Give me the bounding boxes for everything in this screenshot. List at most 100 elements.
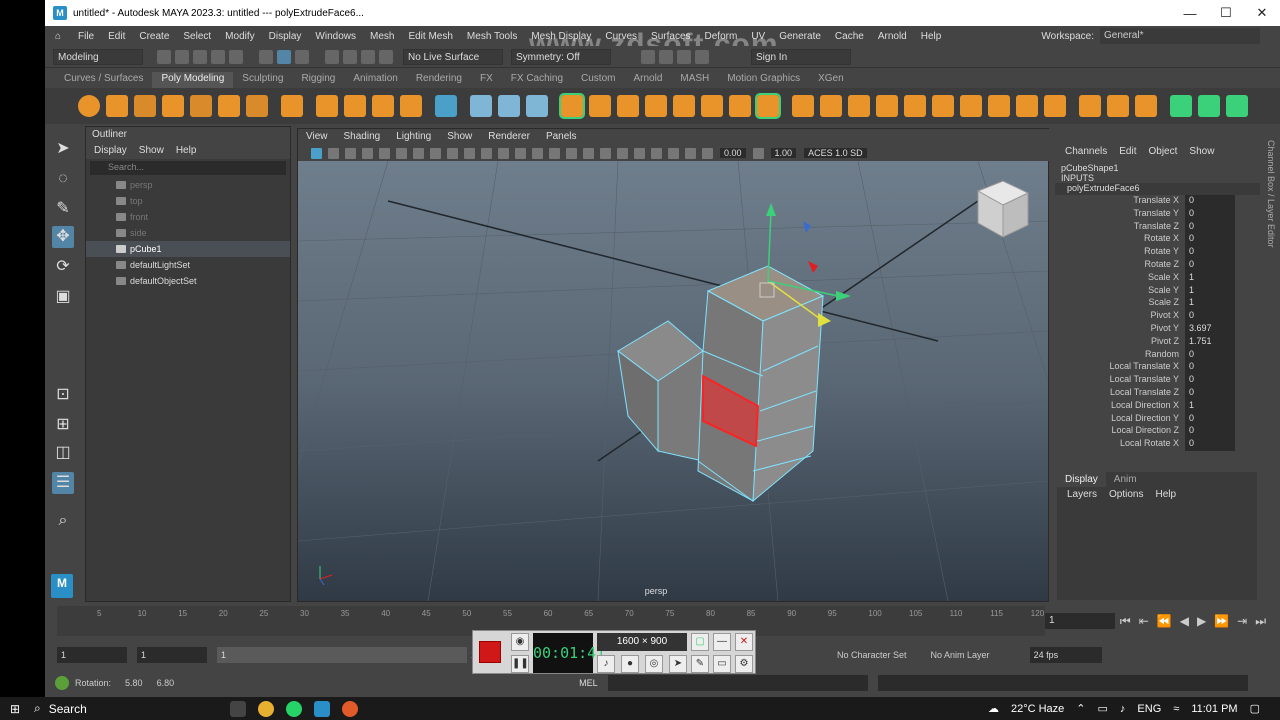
new-scene-icon[interactable] xyxy=(157,49,171,64)
relax-icon[interactable] xyxy=(1135,95,1157,117)
menu-arnold[interactable]: Arnold xyxy=(871,31,914,42)
draw-icon[interactable]: ✎ xyxy=(691,655,709,673)
viewport-menu-renderer[interactable]: Renderer xyxy=(480,129,538,145)
poke-icon[interactable] xyxy=(1016,95,1038,117)
bookmark-icon[interactable] xyxy=(345,147,356,159)
channel-row[interactable]: Scale Z 1 xyxy=(1055,297,1260,311)
fps-dropdown[interactable]: 24 fps xyxy=(1029,647,1102,663)
menu-edit[interactable]: Edit xyxy=(101,31,132,42)
outliner-menu-display[interactable]: Display xyxy=(88,143,133,159)
type-tool-icon[interactable] xyxy=(372,95,394,117)
shelf-tab-xgen[interactable]: XGen xyxy=(809,72,853,88)
channel-value-field[interactable]: 1 xyxy=(1185,271,1235,285)
image-plane-icon[interactable] xyxy=(362,147,373,159)
play-forwards-icon[interactable]: ▶ xyxy=(1193,614,1210,629)
sign-in-button[interactable]: Sign In xyxy=(751,48,851,65)
maximize-button[interactable]: ☐ xyxy=(1208,5,1244,21)
uv-editor-icon[interactable] xyxy=(435,95,457,117)
menu-modify[interactable]: Modify xyxy=(218,31,261,42)
settings-gear-icon[interactable]: ⚙ xyxy=(735,655,753,673)
menu-select[interactable]: Select xyxy=(176,31,218,42)
cursor-icon[interactable]: ➤ xyxy=(669,655,687,673)
uv-unfold-icon[interactable] xyxy=(1198,95,1220,117)
paint-select-icon[interactable] xyxy=(1079,95,1101,117)
microphone-icon[interactable]: ● xyxy=(621,655,639,673)
view-cube[interactable] xyxy=(976,180,1030,238)
shelf-tab-rendering[interactable]: Rendering xyxy=(407,72,471,88)
shelf-tab-sculpting[interactable]: Sculpting xyxy=(233,72,292,88)
outliner-item-pcube1[interactable]: pCube1 xyxy=(86,241,290,257)
smooth-icon[interactable] xyxy=(526,95,548,117)
layer-tab-display[interactable]: Display xyxy=(1057,472,1106,487)
snap-curve-icon[interactable] xyxy=(343,49,357,64)
channel-value-field[interactable]: 1 xyxy=(1185,399,1235,413)
collapse-icon[interactable] xyxy=(932,95,954,117)
field-chart-icon[interactable] xyxy=(447,147,458,159)
shelf-tab-fx-caching[interactable]: FX Caching xyxy=(502,72,572,88)
hypershade-icon[interactable] xyxy=(695,49,709,64)
home-icon[interactable]: ⌂ xyxy=(45,31,71,42)
isolate-select-icon[interactable] xyxy=(651,147,662,159)
poly-disc-icon[interactable] xyxy=(246,95,268,117)
poly-plane-icon[interactable] xyxy=(218,95,240,117)
combine-icon[interactable] xyxy=(470,95,492,117)
film-gate-icon[interactable] xyxy=(396,147,407,159)
channel-value-field[interactable]: 0 xyxy=(1185,195,1235,208)
menu-help[interactable]: Help xyxy=(914,31,949,42)
channel-value-field[interactable]: 0 xyxy=(1185,438,1235,451)
xray-icon[interactable] xyxy=(668,147,679,159)
shadows-icon[interactable] xyxy=(583,147,594,159)
svg-tool-icon[interactable] xyxy=(400,95,422,117)
whatsapp-icon[interactable] xyxy=(286,700,302,717)
shelf-tab-mash[interactable]: MASH xyxy=(671,72,718,88)
menu-mesh[interactable]: Mesh xyxy=(363,31,401,42)
current-frame-field[interactable]: 1 xyxy=(1045,613,1115,629)
recorder-taskbar-icon[interactable] xyxy=(342,700,358,717)
step-forward-frame-icon[interactable]: ⏩ xyxy=(1210,614,1233,629)
select-component-icon[interactable] xyxy=(295,49,309,64)
gate-mask-icon[interactable] xyxy=(430,147,441,159)
channel-row[interactable]: Local Rotate X 0 xyxy=(1055,438,1260,451)
layer-menu-layers[interactable]: Layers xyxy=(1061,489,1103,500)
channel-row[interactable]: Translate Z 0 xyxy=(1055,220,1260,234)
wifi-icon[interactable]: ≈ xyxy=(1167,703,1185,715)
poly-cylinder-icon[interactable] xyxy=(134,95,156,117)
channel-value-field[interactable]: 0 xyxy=(1185,207,1235,221)
viewport-menu-lighting[interactable]: Lighting xyxy=(388,129,439,145)
menu-edit-mesh[interactable]: Edit Mesh xyxy=(401,31,459,42)
channel-row[interactable]: Local Translate X 0 xyxy=(1055,361,1260,375)
paint-select-tool-icon[interactable]: ✎ xyxy=(52,198,74,220)
shelf-tab-motion-graphics[interactable]: Motion Graphics xyxy=(718,72,809,88)
single-perspective-layout-icon[interactable]: ⊡ xyxy=(52,384,74,406)
channel-value-field[interactable]: 0 xyxy=(1185,220,1235,234)
snap-plane-icon[interactable] xyxy=(379,49,393,64)
channel-row[interactable]: Local Translate Z 0 xyxy=(1055,386,1260,400)
viewport-menu-shading[interactable]: Shading xyxy=(336,129,389,145)
maya-taskbar-icon[interactable] xyxy=(314,700,330,717)
channel-menu-channels[interactable]: Channels xyxy=(1059,146,1113,157)
close-button[interactable]: ✕ xyxy=(1244,5,1280,21)
outliner-search-input[interactable]: Search... xyxy=(90,161,286,175)
channel-value-field[interactable]: 0 xyxy=(1185,361,1235,375)
minimize-recorder-icon[interactable]: — xyxy=(713,633,731,651)
open-scene-icon[interactable] xyxy=(175,49,189,64)
textured-icon[interactable] xyxy=(549,147,560,159)
lasso-tool-icon[interactable]: ◌ xyxy=(52,168,74,190)
mirror-icon[interactable] xyxy=(729,95,751,117)
step-back-key-icon[interactable]: ⇤ xyxy=(1135,614,1153,629)
outliner-item-defaultobjectset[interactable]: defaultObjectSet xyxy=(86,273,290,289)
extrude-icon[interactable] xyxy=(559,93,585,119)
channel-value-field[interactable]: 0 xyxy=(1185,348,1235,362)
scale-tool-icon[interactable]: ▣ xyxy=(52,286,74,308)
channel-row[interactable]: Local Direction X 1 xyxy=(1055,399,1260,413)
channel-value-field[interactable]: 0 xyxy=(1185,310,1235,323)
outliner-item-persp[interactable]: persp xyxy=(86,177,290,193)
four-view-layout-icon[interactable]: ⊞ xyxy=(52,414,74,436)
manipulator-red-handle[interactable] xyxy=(808,261,818,273)
undo-icon[interactable] xyxy=(211,49,225,64)
platonic-solid-icon[interactable] xyxy=(281,95,303,117)
menu-create[interactable]: Create xyxy=(132,31,176,42)
channel-row[interactable]: Pivot Y 3.697 xyxy=(1055,322,1260,336)
outliner-item-defaultlightset[interactable]: defaultLightSet xyxy=(86,257,290,273)
viewport-scene[interactable]: persp xyxy=(257,160,1119,602)
